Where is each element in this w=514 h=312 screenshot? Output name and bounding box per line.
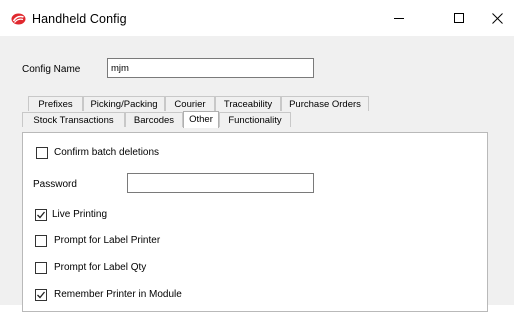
live-printing-label: Live Printing <box>52 209 108 220</box>
tab-traceability[interactable]: Traceability <box>215 96 281 111</box>
maximize-icon <box>454 13 464 23</box>
remember-printer-checkbox[interactable] <box>35 289 47 301</box>
confirm-batch-deletions-label: Confirm batch deletions <box>54 147 160 158</box>
handheld-logo-icon <box>11 13 26 25</box>
config-name-label: Config Name <box>22 64 81 75</box>
tab-courier[interactable]: Courier <box>165 96 215 111</box>
tab-functionality[interactable]: Functionality <box>219 112 291 127</box>
prompt-label-printer-checkbox[interactable] <box>35 235 47 247</box>
remember-printer-label: Remember Printer in Module <box>54 289 182 300</box>
prompt-label-qty-checkbox[interactable] <box>35 262 47 274</box>
password-input[interactable] <box>127 173 314 193</box>
confirm-batch-deletions-checkbox[interactable] <box>36 147 48 159</box>
minimize-button[interactable] <box>376 0 422 36</box>
live-printing-checkbox[interactable] <box>35 209 47 221</box>
tab-stock-transactions[interactable]: Stock Transactions <box>22 112 125 127</box>
tab-prefixes[interactable]: Prefixes <box>28 96 83 111</box>
prompt-label-printer-label: Prompt for Label Printer <box>54 235 161 246</box>
close-button[interactable] <box>480 0 514 36</box>
window-title: Handheld Config <box>32 12 127 26</box>
tab-other[interactable]: Other <box>183 111 219 128</box>
close-icon <box>491 12 503 24</box>
checkmark-icon <box>37 211 46 219</box>
tab-picking-packing[interactable]: Picking/Packing <box>83 96 165 111</box>
title-bar: Handheld Config <box>0 0 514 36</box>
minimize-icon <box>394 18 404 19</box>
password-label: Password <box>33 179 77 190</box>
checkmark-icon <box>37 291 46 299</box>
prompt-label-qty-label: Prompt for Label Qty <box>54 262 147 273</box>
tab-purchase-orders[interactable]: Purchase Orders <box>281 96 369 111</box>
config-name-input[interactable] <box>107 58 314 78</box>
other-tab-panel <box>22 132 488 312</box>
tab-barcodes[interactable]: Barcodes <box>125 112 183 127</box>
maximize-button[interactable] <box>436 0 482 36</box>
